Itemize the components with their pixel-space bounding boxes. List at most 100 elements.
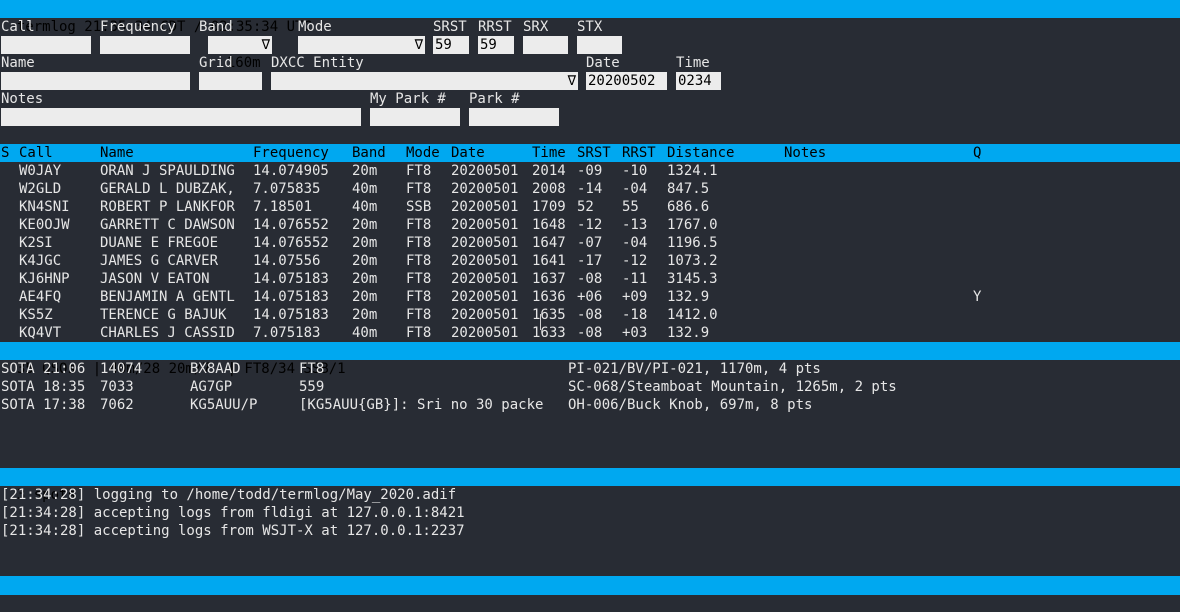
cell-date: 20200501 xyxy=(451,289,519,305)
table-row[interactable]: AE4FQ BENJAMIN A GENTL 14.075183 20m FT8 2020… xyxy=(0,288,1180,306)
my-park-input[interactable] xyxy=(370,108,460,126)
time-label: Time xyxy=(676,55,710,71)
cell-call: KE0OJW xyxy=(19,217,70,233)
col-header-srst[interactable]: SRST xyxy=(577,144,611,162)
cell-band: 20m xyxy=(352,271,378,287)
cell-srst: -17 xyxy=(577,253,603,269)
cell-band: 20m xyxy=(352,235,378,251)
cell-mode: FT8 xyxy=(406,235,432,251)
mode-select[interactable]: ∇ xyxy=(298,36,425,54)
cell-srst: -09 xyxy=(577,163,603,179)
cell-mode: FT8 xyxy=(406,289,432,305)
name-label: Name xyxy=(1,55,35,71)
table-row[interactable]: KJ6HNP JASON V EATON 14.075183 20m FT8 202005… xyxy=(0,270,1180,288)
cell-srst: -07 xyxy=(577,235,603,251)
stx-input[interactable] xyxy=(577,36,622,54)
cell-srst: -14 xyxy=(577,181,603,197)
spot-source-time: SOTA 21:06 xyxy=(1,361,86,377)
grid-input[interactable] xyxy=(199,72,262,90)
cell-mode: FT8 xyxy=(406,271,432,287)
frequency-label: Frequency xyxy=(100,19,176,35)
table-row[interactable]: W0JAY ORAN J SPAULDING 14.074905 20m FT8 2020… xyxy=(0,162,1180,180)
cell-call: AE4FQ xyxy=(19,289,62,305)
cell-frequency: 14.075183 xyxy=(253,289,329,305)
col-header-band[interactable]: Band xyxy=(352,144,386,162)
park-input[interactable] xyxy=(469,108,559,126)
table-row[interactable]: W2GLD GERALD L DUBZAK, 7.075835 40m FT8 20200… xyxy=(0,180,1180,198)
rrst-input[interactable]: 59 xyxy=(478,36,514,54)
cell-band: 20m xyxy=(352,163,378,179)
spot-callsign: KG5AUU/P xyxy=(190,397,258,413)
table-row[interactable]: KQ4VT CHARLES J CASSID 7.075183 40m FT8 20200… xyxy=(0,324,1180,342)
cell-rrst: -12 xyxy=(622,253,648,269)
cell-call: W2GLD xyxy=(19,181,62,197)
cell-date: 20200501 xyxy=(451,325,519,341)
log-line: [21:34:28] accepting logs from WSJT-X at… xyxy=(1,523,465,539)
log-line: [21:34:28] accepting logs from fldigi at… xyxy=(1,505,465,521)
spot-row[interactable]: SOTA 18:35 7033 AG7GP 559 SC-068/Steamboat M… xyxy=(0,378,1180,396)
col-header-name[interactable]: Name xyxy=(100,144,134,162)
cell-mode: FT8 xyxy=(406,181,432,197)
band-select[interactable]: 160m ∇ xyxy=(208,36,272,71)
table-row[interactable]: K4JGC JAMES G CARVER 14.07556 20m FT8 2020050… xyxy=(0,252,1180,270)
cell-frequency: 14.07556 xyxy=(253,253,321,269)
col-header-time[interactable]: Time xyxy=(532,144,566,162)
notes-input[interactable] xyxy=(1,108,361,126)
table-row[interactable]: KE0OJW GARRETT C DAWSON 14.076552 20m FT8 202… xyxy=(0,216,1180,234)
table-row[interactable]: KS5Z TERENCE G BAJUK 14.075183 20m FT8 202005… xyxy=(0,306,1180,324)
cell-time: 1641 xyxy=(532,253,566,269)
table-row[interactable]: KN4SNI ROBERT P LANKFOR 7.18501 40m SSB 20200… xyxy=(0,198,1180,216)
spot-mode-info: [KG5AUU{GB}]: Sri no 30 packe xyxy=(299,397,544,413)
time-input[interactable]: 0234 xyxy=(676,72,721,90)
cell-srst: -08 xyxy=(577,325,603,341)
table-header: S Call Name Frequency Band Mode Date Tim… xyxy=(0,144,1180,162)
cell-call: W0JAY xyxy=(19,163,62,179)
col-header-notes[interactable]: Notes xyxy=(784,144,826,162)
cell-distance: 686.6 xyxy=(667,199,710,215)
name-input[interactable] xyxy=(1,72,190,90)
table-row[interactable]: K2SI DUANE E FREGOE 14.076552 20m FT8 2020050… xyxy=(0,234,1180,252)
spot-frequency: 7062 xyxy=(100,397,134,413)
col-header-distance[interactable]: Distance xyxy=(667,144,734,162)
spot-row[interactable]: SOTA 17:38 7062 KG5AUU/P [KG5AUU{GB}]: Sri … xyxy=(0,396,1180,414)
call-input[interactable] xyxy=(1,36,91,54)
cell-date: 20200501 xyxy=(451,163,519,179)
frequency-input[interactable] xyxy=(100,36,190,54)
cell-time: 1648 xyxy=(532,217,566,233)
cell-name: CHARLES J CASSID xyxy=(100,325,235,341)
spot-frequency: 7033 xyxy=(100,379,134,395)
col-header-call[interactable]: Call xyxy=(19,144,53,162)
bottom-bar xyxy=(0,576,1180,595)
cell-date: 20200501 xyxy=(451,307,519,323)
col-header-frequency[interactable]: Frequency xyxy=(253,144,329,162)
date-input[interactable]: 20200502 xyxy=(586,72,667,90)
col-header-date[interactable]: Date xyxy=(451,144,485,162)
cell-name: BENJAMIN A GENTL xyxy=(100,289,235,305)
spot-callsign: AG7GP xyxy=(190,379,233,395)
cell-mode: FT8 xyxy=(406,163,432,179)
col-header-mode[interactable]: Mode xyxy=(406,144,440,162)
spot-row[interactable]: SOTA 21:06 14074 BX8AAD FT8 PI-021/BV/PI-021… xyxy=(0,360,1180,378)
cell-distance: 1767.0 xyxy=(667,217,718,233)
spot-mode-info: FT8 xyxy=(299,361,325,377)
cell-distance: 1196.5 xyxy=(667,235,718,251)
cell-frequency: 14.076552 xyxy=(253,235,329,251)
cell-name: ROBERT P LANKFOR xyxy=(100,199,235,215)
cell-q: Y xyxy=(973,289,982,305)
rrst-label: RRST xyxy=(478,19,512,35)
stats-bar: 35 QSOs | 40m/28 20m/7 | FT8/34 SSB/1 xyxy=(0,342,1180,377)
col-header-q[interactable]: Q xyxy=(973,144,981,162)
cell-time: 1635 xyxy=(532,307,566,323)
srst-input[interactable]: 59 xyxy=(433,36,469,54)
cell-time: 1709 xyxy=(532,199,566,215)
col-header-rrst[interactable]: RRST xyxy=(622,144,656,162)
chevron-down-icon: ∇ xyxy=(261,37,270,53)
cell-mode: FT8 xyxy=(406,307,432,323)
cell-date: 20200501 xyxy=(451,199,519,215)
srx-input[interactable] xyxy=(523,36,568,54)
col-header-s[interactable]: S xyxy=(1,144,9,162)
cell-frequency: 14.075183 xyxy=(253,307,329,323)
cell-frequency: 14.074905 xyxy=(253,163,329,179)
dxcc-select[interactable]: ∇ xyxy=(271,72,578,90)
cell-rrst: +03 xyxy=(622,325,648,341)
